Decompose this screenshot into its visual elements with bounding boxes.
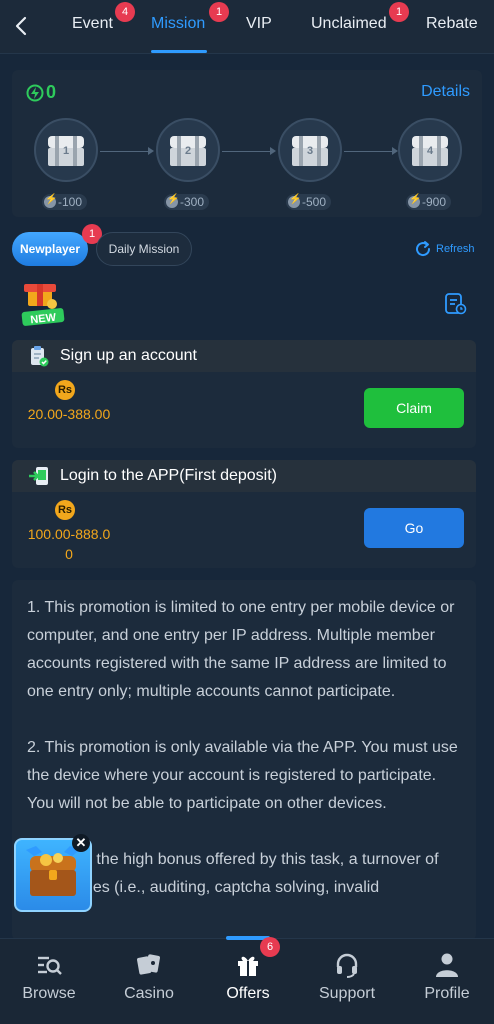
energy-bolt-icon bbox=[26, 84, 44, 101]
back-arrow-icon[interactable] bbox=[10, 14, 34, 38]
nav-casino[interactable]: Casino bbox=[104, 951, 194, 1003]
rupee-coin-icon: Rs bbox=[55, 500, 75, 520]
gift-icon bbox=[238, 956, 258, 976]
progress-arrow-icon bbox=[148, 147, 154, 155]
rupee-coin-icon: Rs bbox=[55, 380, 75, 400]
claim-button[interactable]: Claim bbox=[364, 388, 464, 428]
chest-number: 2 bbox=[184, 145, 192, 157]
chest-cost-value: -300 bbox=[180, 195, 205, 209]
new-gift-icon: NEW bbox=[21, 284, 65, 327]
app-login-icon bbox=[29, 467, 48, 485]
task-title: Sign up an account bbox=[60, 347, 197, 364]
task-list-icon[interactable] bbox=[443, 292, 467, 316]
task-card-first-deposit: Login to the APP(First deposit) Rs 100.0… bbox=[12, 460, 476, 568]
bottom-navigation: Browse Casino Offers 6 Support Profile bbox=[0, 936, 494, 1024]
task-title: Login to the APP(First deposit) bbox=[60, 467, 277, 484]
go-button[interactable]: Go bbox=[364, 508, 464, 548]
energy-value: 0 bbox=[46, 82, 57, 102]
nav-offers[interactable]: Offers bbox=[203, 951, 293, 1003]
tab-daily-mission[interactable]: Daily Mission bbox=[96, 232, 192, 266]
tab-vip[interactable]: VIP bbox=[246, 15, 272, 33]
chest-2[interactable]: 2 bbox=[156, 118, 220, 182]
browse-search-icon bbox=[38, 956, 62, 975]
chest-number: 4 bbox=[426, 145, 434, 157]
new-icon-text: NEW bbox=[30, 312, 57, 327]
event-badge: 4 bbox=[115, 2, 135, 22]
nav-label: Support bbox=[318, 985, 376, 1002]
nav-label: Offers bbox=[226, 985, 270, 1002]
energy-counter: 0 bbox=[26, 82, 56, 103]
nav-label: Profile bbox=[424, 985, 470, 1002]
energy-bolt-icon bbox=[288, 194, 301, 208]
refresh-icon bbox=[416, 241, 431, 257]
nav-profile[interactable]: Profile bbox=[402, 951, 492, 1003]
reward-range: 20.00-388.00 bbox=[27, 406, 111, 422]
top-tab-bar: Event 4 Mission 1 VIP Unclaimed 1 Rebate bbox=[0, 0, 494, 54]
progress-connector bbox=[222, 151, 270, 152]
energy-bolt-icon bbox=[166, 194, 179, 208]
nav-label: Casino bbox=[124, 985, 174, 1002]
energy-bolt-icon bbox=[408, 194, 421, 208]
progress-arrow-icon bbox=[270, 147, 276, 155]
chest-cost: -900 bbox=[406, 194, 452, 210]
chest-number: 1 bbox=[62, 145, 70, 157]
reward-range: 100.00-888.00 bbox=[27, 526, 111, 562]
mission-progress-card: 0 Details 1 2 3 4 -100 -300 -500 -900 bbox=[12, 70, 482, 217]
nav-support[interactable]: Support bbox=[302, 951, 392, 1003]
tab-event[interactable]: Event bbox=[72, 15, 113, 33]
energy-bolt-icon bbox=[44, 194, 57, 208]
rule-paragraph: 2. This promotion is only available via … bbox=[27, 739, 458, 812]
progress-connector bbox=[344, 151, 392, 152]
tab-mission[interactable]: Mission bbox=[151, 15, 205, 33]
rule-paragraph: 3. Due to the high bonus offered by this… bbox=[27, 851, 439, 896]
active-tab-indicator bbox=[151, 50, 207, 53]
tab-unclaimed[interactable]: Unclaimed bbox=[311, 15, 387, 33]
task-header: Sign up an account bbox=[12, 340, 476, 372]
mission-badge: 1 bbox=[209, 2, 229, 22]
tab-rebate[interactable]: Rebate bbox=[426, 15, 478, 33]
chest-cost-value: -100 bbox=[58, 195, 83, 209]
chest-number: 3 bbox=[306, 145, 314, 157]
playing-cards-icon bbox=[137, 954, 160, 975]
unclaimed-badge: 1 bbox=[389, 2, 409, 22]
nav-browse[interactable]: Browse bbox=[4, 951, 94, 1003]
chest-cost-value: -500 bbox=[302, 195, 327, 209]
chest-cost: -100 bbox=[42, 194, 88, 210]
task-card-signup: Sign up an account Rs 20.00-388.00 Claim bbox=[12, 340, 476, 448]
chest-1[interactable]: 1 bbox=[34, 118, 98, 182]
nav-label: Browse bbox=[22, 985, 76, 1002]
chest-cost-value: -900 bbox=[422, 195, 447, 209]
close-icon[interactable]: ✕ bbox=[72, 834, 90, 852]
chest-4[interactable]: 4 bbox=[398, 118, 462, 182]
user-icon bbox=[436, 953, 458, 977]
refresh-label: Refresh bbox=[436, 243, 475, 255]
chest-cost: -300 bbox=[164, 194, 210, 210]
headset-icon bbox=[336, 953, 358, 978]
progress-connector bbox=[100, 151, 148, 152]
chest-3[interactable]: 3 bbox=[278, 118, 342, 182]
refresh-button[interactable]: Refresh bbox=[414, 240, 475, 258]
offers-badge: 6 bbox=[260, 937, 280, 957]
task-header: Login to the APP(First deposit) bbox=[12, 460, 476, 492]
details-link[interactable]: Details bbox=[421, 83, 470, 101]
tab-newplayer[interactable]: Newplayer bbox=[12, 232, 88, 266]
chest-cost: -500 bbox=[286, 194, 332, 210]
clipboard-check-icon bbox=[31, 346, 49, 367]
rule-paragraph: 1. This promotion is limited to one entr… bbox=[27, 599, 455, 700]
